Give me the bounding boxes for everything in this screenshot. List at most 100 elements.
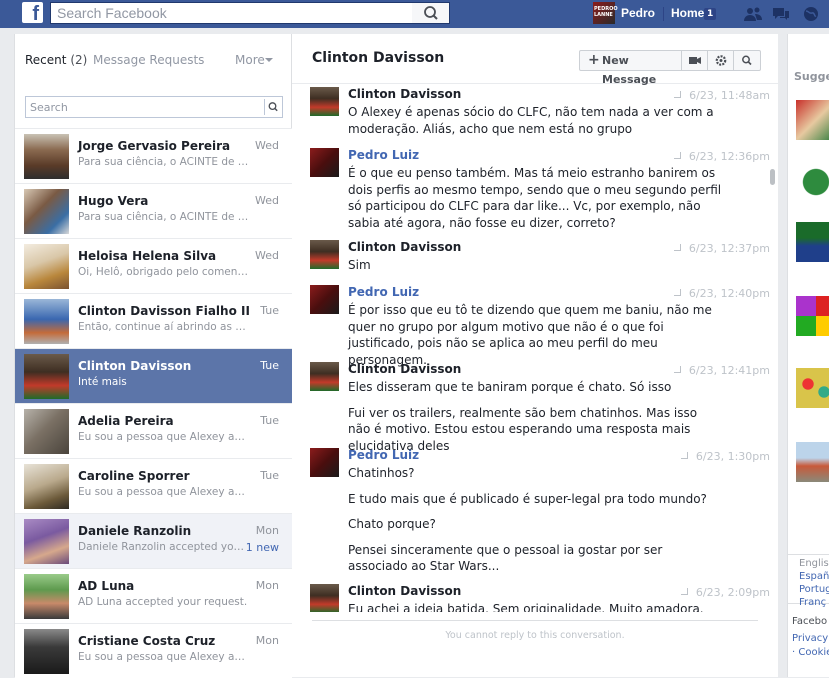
message-sender[interactable]: Clinton Davisson [348,584,461,598]
suggested-heading: Sugges [794,70,829,83]
inbox-tabs: Recent (2) Message Requests More [15,34,293,84]
thread-item[interactable]: Hugo Vera Para sua ciência, o ACINTE de … [15,183,292,238]
video-icon [689,57,701,64]
messages-icon[interactable] [771,6,791,22]
scrollbar-thumb[interactable] [770,169,775,185]
search-conversation-button[interactable] [734,51,760,70]
friends-icon[interactable] [743,6,763,22]
message-timestamp: 6/23, 12:40pm [673,287,770,300]
language-option[interactable]: Franç [799,597,826,608]
search-input[interactable] [50,2,412,24]
search-icon[interactable] [264,99,280,115]
thread-name: Hugo Vera [78,194,149,208]
thread-snippet: Para sua ciência, o ACINTE de Cl... [78,211,250,223]
message-sender[interactable]: Pedro Luiz [348,148,419,162]
settings-button[interactable] [708,51,734,70]
message-time: 6/23, 11:48am [689,89,770,102]
thread-name: Jorge Gervasio Pereira [78,139,231,153]
thread-time: Tue [260,359,279,372]
thread-item[interactable]: Cristiane Costa Cruz Eu sou a pessoa que… [15,623,292,678]
message-sender[interactable]: Pedro Luiz [348,285,419,299]
search-icon [424,6,438,20]
thread-item-active[interactable]: Clinton Davisson Inté mais Tue [15,348,292,403]
thread-time: Mon [255,524,279,537]
thread-item[interactable]: AD Luna AD Luna accepted your request. M… [15,568,292,623]
privacy-link[interactable]: Privacy [792,633,828,644]
avatar [24,134,69,179]
profile-avatar[interactable]: PEDROO LANNE [593,2,618,24]
message-time: 6/23, 1:30pm [695,450,770,463]
thread-time: Tue [260,469,279,482]
thread-snippet: Oi, Helô, obrigado pelo comentári... [78,266,250,278]
avatar [310,240,339,269]
top-bar: f PEDROO LANNE Pedro Home 1 [0,0,829,28]
thread-time: Mon [255,634,279,647]
search-button[interactable] [412,2,450,24]
message-text: O Alexey é apenas sócio do CLFC, não tem… [348,105,714,136]
language-option[interactable]: Portug [799,584,829,595]
plus-icon: + [588,52,600,68]
tab-recent[interactable]: Recent (2) [25,53,87,67]
message-body: O Alexey é apenas sócio do CLFC, não tem… [348,104,723,146]
thread-item[interactable]: Caroline Sporrer Eu sou a pessoa que Ale… [15,458,292,513]
seen-icon [674,91,682,98]
thread-item[interactable]: Adelia Pereira Eu sou a pessoa que Alexe… [15,403,292,458]
language-option[interactable]: Españ [799,571,829,582]
avatar [310,148,339,177]
avatar [310,362,339,391]
cookies-link[interactable]: · Cookie [792,647,829,658]
message-text: Chatinhos? [348,466,415,480]
video-call-button[interactable] [682,51,708,70]
message-time: 6/23, 12:36pm [688,150,770,163]
profile-link[interactable]: Pedro [621,6,655,20]
suggested-page-thumbnail[interactable] [796,296,829,336]
message-sender[interactable]: Clinton Davisson [348,362,461,376]
home-link[interactable]: Home [671,6,704,20]
thread-snippet: Inté mais [78,376,127,388]
facebook-logo[interactable]: f [22,2,43,23]
tab-more[interactable]: More [235,53,265,67]
message-text: Eu achei a ideia batida. Sem originalida… [348,602,704,612]
language-current: English [799,558,829,569]
suggested-page-thumbnail[interactable] [796,222,829,262]
thread-name: Daniele Ranzolin [78,524,192,538]
thread-snippet: Eu sou a pessoa que Alexey acus... [78,651,250,663]
tab-recent-count: (2) [70,53,88,67]
avatar-text: PEDROO LANNE [594,6,618,18]
search-icon [742,55,752,66]
message-sender[interactable]: Clinton Davisson [348,87,461,101]
conversation-title: Clinton Davisson [312,50,445,66]
message-sender[interactable]: Clinton Davisson [348,240,461,254]
chevron-down-icon[interactable] [265,58,273,62]
globe-icon[interactable] [801,6,821,22]
avatar [310,448,339,477]
right-column: Sugges English Españ Portug Franç Facebo… [787,34,829,677]
thread-item[interactable]: Clinton Davisson Fialho II Então, contin… [15,293,292,348]
suggested-page-thumbnail[interactable] [796,100,829,140]
new-message-button[interactable]: + New Message [580,51,682,86]
message-text: E tudo mais que é publicado é super-lega… [348,491,707,506]
tab-message-requests[interactable]: Message Requests [93,53,204,67]
thread-item[interactable]: Jorge Gervasio Pereira Para sua ciência,… [15,128,292,183]
footer-brand: Facebo [792,616,828,627]
avatar [24,299,69,344]
thread-time: Wed [255,139,279,152]
message-timestamp: 6/23, 2:09pm [680,586,770,599]
avatar [24,354,69,399]
cannot-reply-notice: You cannot reply to this conversation. [445,630,625,641]
gear-icon [715,55,727,66]
suggested-page-thumbnail[interactable] [796,442,829,482]
suggested-page-thumbnail[interactable] [796,162,829,202]
thread-item-unread[interactable]: Daniele Ranzolin Daniele Ranzolin accept… [15,513,292,568]
suggested-page-thumbnail[interactable] [796,368,829,408]
thread-snippet: AD Luna accepted your request. [78,596,248,608]
avatar [24,244,69,289]
conversation-search-input[interactable] [26,97,262,117]
avatar [310,285,339,314]
thread-item[interactable]: Heloisa Helena Silva Oi, Helô, obrigado … [15,238,292,293]
message-text: Eles disseram que te baniram porque é ch… [348,380,672,394]
message-body: Chatinhos? E tudo mais que é publicado é… [348,465,723,584]
message-sender[interactable]: Pedro Luiz [348,448,419,462]
message-body: Sim [348,257,723,283]
thread-time: Mon [255,579,279,592]
